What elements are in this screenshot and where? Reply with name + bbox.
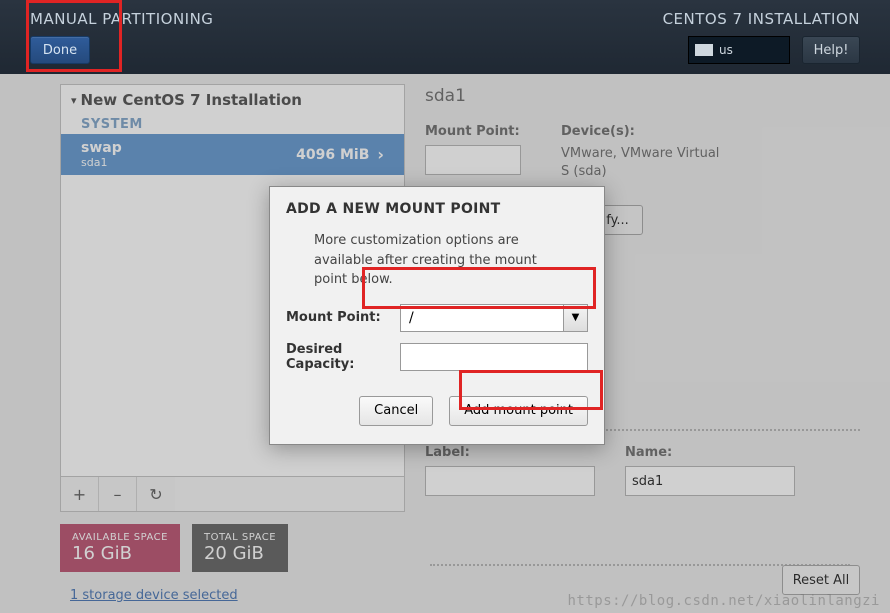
remove-partition-button[interactable]: – [99,477,137,511]
reset-all-button[interactable]: Reset All [782,565,860,595]
chevron-right-icon: › [377,145,384,164]
partition-size: 4096 MiB [296,147,369,163]
install-title: CENTOS 7 INSTALLATION [663,10,860,28]
partition-row-swap[interactable]: swap sda1 4096 MiB › [61,134,404,175]
available-space-label: AVAILABLE SPACE [72,532,168,543]
add-mount-point-dialog: ADD A NEW MOUNT POINT More customization… [269,186,605,445]
label-label: Label: [425,445,595,460]
keyboard-layout-label: us [719,43,733,57]
available-space-value: 16 GiB [72,543,168,564]
mount-point-label: Mount Point: [425,124,521,139]
name-label: Name: [625,445,795,460]
mount-point-input[interactable] [425,145,521,175]
keyboard-icon [695,44,713,56]
done-button[interactable]: Done [30,36,90,64]
total-space-box: TOTAL SPACE 20 GiB [192,524,288,572]
tree-header[interactable]: ▾ New CentOS 7 Installation [61,85,404,115]
name-input[interactable] [625,466,795,496]
keyboard-indicator[interactable]: us [688,36,790,64]
label-input[interactable] [425,466,595,496]
dialog-capacity-label: Desired Capacity: [286,342,400,372]
partition-name: swap [81,140,122,156]
dialog-capacity-input[interactable] [400,343,588,371]
add-partition-button[interactable]: + [61,477,99,511]
reload-button[interactable]: ↻ [137,477,175,511]
total-space-label: TOTAL SPACE [204,532,276,543]
dialog-mount-dropdown-button[interactable]: ▼ [564,304,588,332]
dialog-mount-label: Mount Point: [286,310,400,325]
devices-text: VMware, VMware Virtual S (sda) [561,145,731,181]
storage-devices-link[interactable]: 1 storage device selected [60,588,405,603]
add-mount-point-button[interactable]: Add mount point [449,396,588,426]
cancel-button[interactable]: Cancel [359,396,433,426]
help-button[interactable]: Help! [802,36,860,64]
dialog-description: More customization options are available… [314,231,574,290]
partition-device: sda1 [81,156,122,169]
collapse-arrow-icon: ▾ [71,94,77,107]
dialog-title: ADD A NEW MOUNT POINT [286,201,588,217]
system-section-label: SYSTEM [61,115,404,134]
devices-label: Device(s): [561,124,731,139]
partition-toolbar: + – ↻ [60,477,405,512]
top-bar: MANUAL PARTITIONING Done CENTOS 7 INSTAL… [0,0,890,74]
tree-header-label: New CentOS 7 Installation [81,91,302,109]
available-space-box: AVAILABLE SPACE 16 GiB [60,524,180,572]
dialog-mount-input[interactable] [400,304,564,332]
watermark-text: https://blog.csdn.net/xiaolinlangzi [567,593,880,609]
total-space-value: 20 GiB [204,543,276,564]
details-title: sda1 [425,86,860,106]
page-title: MANUAL PARTITIONING [30,10,213,28]
